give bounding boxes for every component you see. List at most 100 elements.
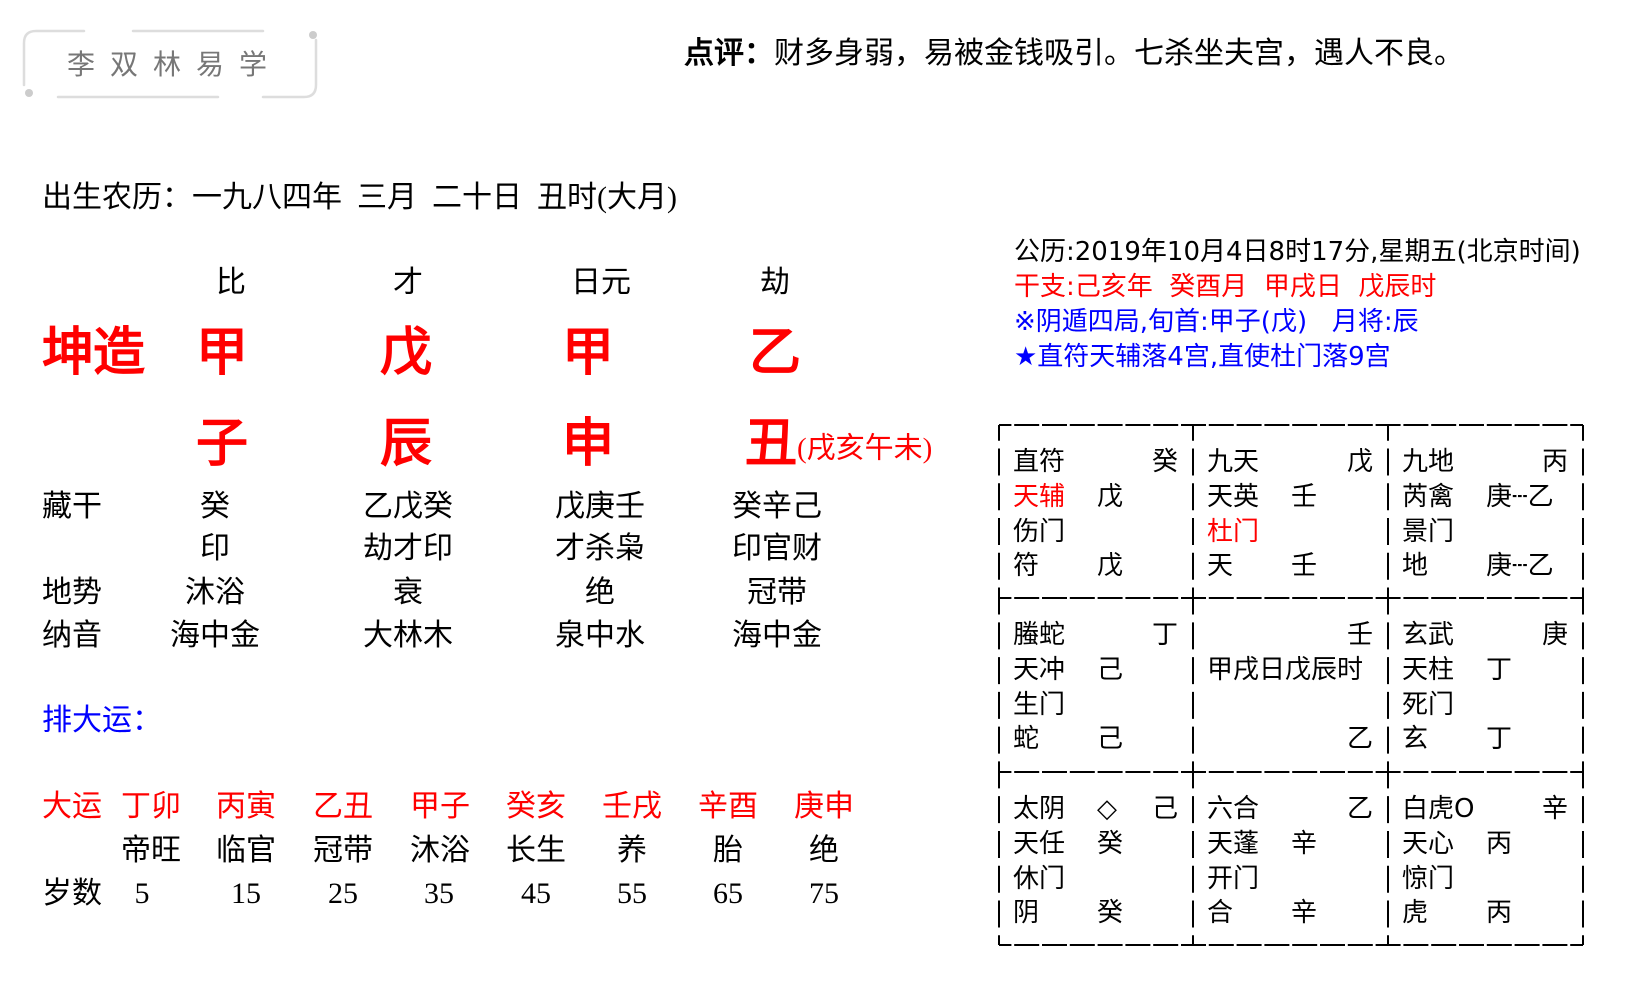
kong-wang: (戌亥午未) xyxy=(797,432,933,465)
ten-god-month: 才 xyxy=(393,266,423,299)
hidden-stems-month: 乙戊癸 xyxy=(363,490,453,523)
palace-text-mid: ◇ xyxy=(1097,794,1117,824)
palace-text-left: 九天 xyxy=(1207,447,1260,477)
palace-line: 符戊 xyxy=(999,549,1193,584)
palace-bottom-center: 六合乙 天蓬辛 开门 合辛 xyxy=(1193,772,1388,945)
nayin-label: 纳音 xyxy=(42,619,102,652)
palace-bottom-left: 太阴 ◇ 己 天任癸 休门 阴癸 xyxy=(999,772,1193,945)
dayun-heading: 排大运： xyxy=(42,704,162,737)
palace-text-left: 芮禽 xyxy=(1402,481,1455,512)
palace-text-right: 丁 xyxy=(1151,620,1178,650)
hidden-stems-day: 戊庚壬 xyxy=(555,490,645,523)
hidden-gods-day: 才杀枭 xyxy=(555,532,645,565)
palace-text-mid: 辛 xyxy=(1291,898,1318,929)
terrain-hour: 冠带 xyxy=(747,576,807,609)
palace-text-left: 天英 xyxy=(1207,481,1260,512)
palace-text-left: 螣蛇 xyxy=(1013,620,1066,650)
dayun-stage: 帝旺 xyxy=(121,834,181,867)
palace-text-mid: 癸 xyxy=(1097,898,1124,929)
palace-text-left: 阴 xyxy=(1013,898,1040,929)
palace-text-mid: 庚┄乙 xyxy=(1486,551,1554,582)
dayun-pillar: 丙寅 xyxy=(216,790,276,823)
palace-line: 直符 癸 xyxy=(999,445,1193,480)
palace-text-left: 天蓬 xyxy=(1207,828,1260,859)
palace-line: 玄丁 xyxy=(1388,722,1583,757)
palace-line: 天心丙 xyxy=(1388,827,1583,862)
ganzhi-info: 干支:己亥年 癸酉月 甲戌日 戊辰时 xyxy=(1014,272,1437,302)
palace-text-left: 白虎O xyxy=(1402,794,1475,824)
palace-text-left: 景门 xyxy=(1402,516,1455,547)
dayun-age: 35 xyxy=(424,877,454,910)
palace-line: 天冲己 xyxy=(999,653,1193,688)
dayun-pillar: 甲子 xyxy=(410,790,470,823)
palace-text-left: 甲戌日戊辰时 xyxy=(1207,654,1364,685)
palace-text-left: 地 xyxy=(1402,551,1429,582)
dayun-pillar: 辛酉 xyxy=(698,790,758,823)
dayun-stage: 胎 xyxy=(713,834,743,867)
nayin-day: 泉中水 xyxy=(555,619,645,652)
palace-text-left: 天任 xyxy=(1013,828,1066,859)
birth-date-label: 出生农历： xyxy=(42,181,192,214)
palace-text-right: 壬 xyxy=(1346,620,1373,650)
palace-text-left: 天 xyxy=(1207,551,1234,582)
palace-line: 景门 xyxy=(1388,515,1583,550)
palace-text-left: 杜门 xyxy=(1207,516,1260,547)
dayun-stage: 养 xyxy=(617,834,647,867)
palace-text-left: 开门 xyxy=(1207,863,1260,894)
hidden-gods-year: 印 xyxy=(200,532,230,565)
palace-text-mid: 己 xyxy=(1097,724,1124,755)
palace-line: 伤门 xyxy=(999,515,1193,550)
dayun-age: 15 xyxy=(231,877,261,910)
stem-month: 戊 xyxy=(379,325,433,382)
hidden-gods-month: 劫才印 xyxy=(363,532,453,565)
palace-line: 休门 xyxy=(999,862,1193,897)
palace-text-left: 天心 xyxy=(1402,828,1455,859)
dayun-label: 大运 xyxy=(42,790,102,823)
palace-text-left: 符 xyxy=(1013,551,1040,582)
palace-line: 白虎O 辛 xyxy=(1388,792,1583,827)
palace-text-left: 伤门 xyxy=(1013,516,1066,547)
dayun-age: 5 xyxy=(134,877,150,910)
palace-middle-right: 玄武 庚 天柱丁 死门 玄丁 xyxy=(1388,598,1583,771)
gender-label: 坤造 xyxy=(42,325,145,382)
palace-text-left: 玄武 xyxy=(1402,620,1455,650)
palace-line: 天辅戊 xyxy=(999,480,1193,515)
comment-text: 财多身弱，易被金钱吸引。七杀坐夫宫，遇人不良。 xyxy=(774,37,1464,70)
stem-hour: 乙 xyxy=(748,325,802,382)
palace-text-left: 死门 xyxy=(1402,689,1455,720)
palace-line: 太阴 ◇ 己 xyxy=(999,792,1193,827)
palace-line: 天壬 xyxy=(1193,549,1388,584)
dayun-pillar: 庚申 xyxy=(794,790,854,823)
hidden-stems-hour: 癸辛己 xyxy=(732,490,822,523)
palace-text-right: 戊 xyxy=(1346,447,1373,477)
palace-line: 天蓬辛 xyxy=(1193,827,1388,862)
palace-line: 天任癸 xyxy=(999,827,1193,862)
nayin-year: 海中金 xyxy=(170,619,260,652)
palace-text-right: 庚 xyxy=(1541,620,1568,650)
comment-line: 点评：财多身弱，易被金钱吸引。七杀坐夫宫，遇人不良。 xyxy=(684,39,1464,69)
palace-text-mid: 丁 xyxy=(1486,724,1513,755)
branch-year: 子 xyxy=(195,416,249,473)
palace-text-mid: 丁 xyxy=(1486,654,1513,685)
palace-text-left: 天辅 xyxy=(1013,481,1066,512)
hidden-stems-year: 癸 xyxy=(200,490,230,523)
palace-text-mid: 戊 xyxy=(1097,481,1124,512)
palace-line: 地 庚┄乙 xyxy=(1388,549,1583,584)
palace-text-right: 乙 xyxy=(1346,724,1373,755)
palace-line: 阴癸 xyxy=(999,896,1193,931)
branch-day: 申 xyxy=(561,416,615,473)
palace-line: 合辛 xyxy=(1193,896,1388,931)
dayun-age: 65 xyxy=(713,877,743,910)
palace-text-mid: 戊 xyxy=(1097,551,1124,582)
palace-line: 六合 乙 xyxy=(1193,792,1388,827)
palace-line: 死门 xyxy=(1388,688,1583,723)
palace-text-left: 虎 xyxy=(1402,898,1429,929)
dayun-age: 45 xyxy=(521,877,551,910)
palace-text-right: 癸 xyxy=(1151,447,1178,477)
palace-text-left: 六合 xyxy=(1207,794,1260,824)
palace-text-mid: 庚┄乙 xyxy=(1486,481,1554,512)
palace-top-center: 九天 戊 天英壬 杜门 天壬 xyxy=(1193,425,1388,598)
terrain-label: 地势 xyxy=(42,576,102,609)
palace-text-mid: 壬 xyxy=(1291,551,1318,582)
palace-line: 天柱丁 xyxy=(1388,653,1583,688)
